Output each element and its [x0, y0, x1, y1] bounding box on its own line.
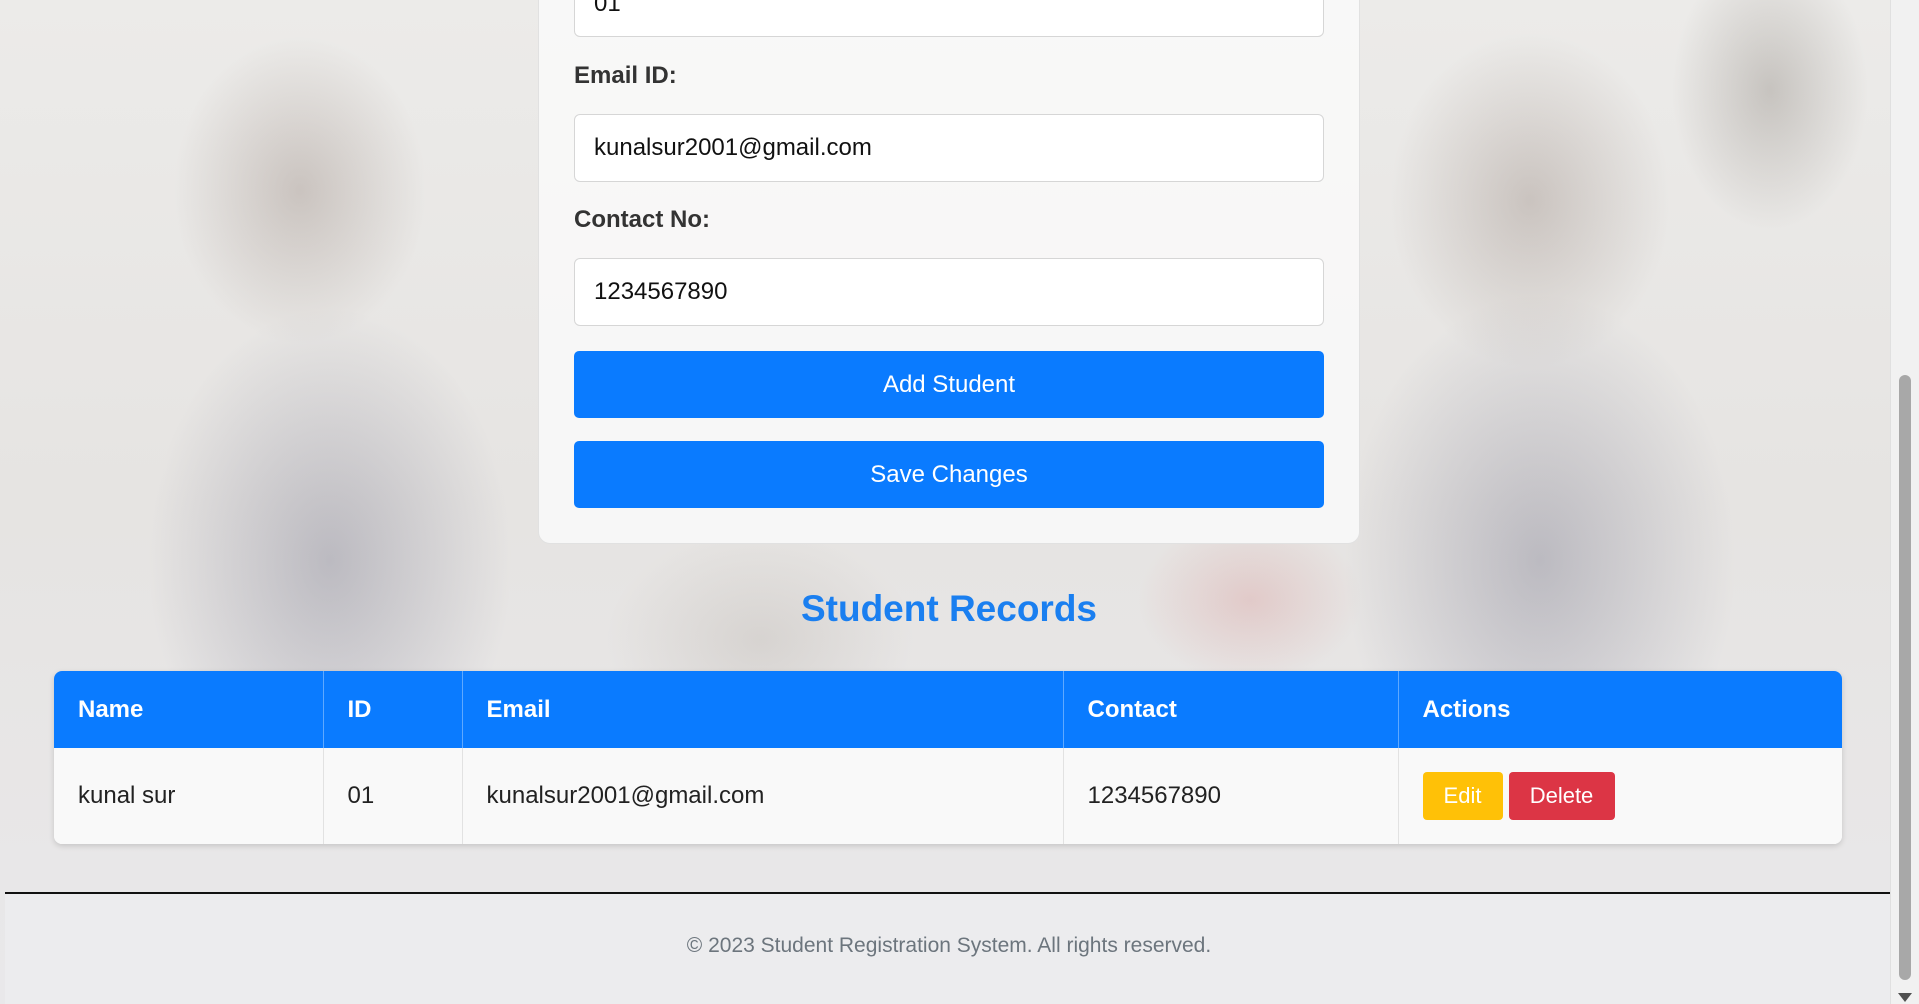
column-header-id: ID	[323, 671, 463, 748]
column-header-actions: Actions	[1398, 671, 1842, 748]
contact-input[interactable]	[574, 258, 1324, 326]
email-label: Email ID:	[574, 62, 677, 89]
table-row: kunal sur 01 kunalsur2001@gmail.com 1234…	[54, 748, 1842, 844]
email-input[interactable]	[574, 114, 1324, 182]
records-title: Student Records	[800, 588, 1098, 629]
save-changes-button[interactable]: Save Changes	[574, 441, 1324, 508]
edit-button[interactable]: Edit	[1422, 772, 1503, 820]
footer-copyright: © 2023 Student Registration System. All …	[686, 934, 1212, 957]
delete-button[interactable]: Delete	[1508, 772, 1615, 820]
scrollbar-thumb[interactable]	[1899, 375, 1911, 980]
scroll-down-arrow-icon[interactable]	[1898, 993, 1912, 1002]
table-header-row: Name ID Email Contact Actions	[54, 671, 1842, 748]
cell-actions: Edit Delete	[1398, 748, 1842, 844]
column-header-email: Email	[462, 671, 1064, 748]
cell-email: kunalsur2001@gmail.com	[462, 748, 1064, 844]
records-table: Name ID Email Contact Actions kunal sur …	[54, 671, 1842, 844]
column-header-name: Name	[54, 671, 324, 748]
cell-contact: 1234567890	[1063, 748, 1399, 844]
student-id-input[interactable]	[574, 0, 1324, 37]
contact-label: Contact No:	[574, 206, 710, 233]
cell-name: kunal sur	[54, 748, 324, 844]
cell-id: 01	[323, 748, 463, 844]
add-student-button[interactable]: Add Student	[574, 351, 1324, 418]
vertical-scrollbar[interactable]	[1890, 0, 1919, 1004]
column-header-contact: Contact	[1063, 671, 1399, 748]
